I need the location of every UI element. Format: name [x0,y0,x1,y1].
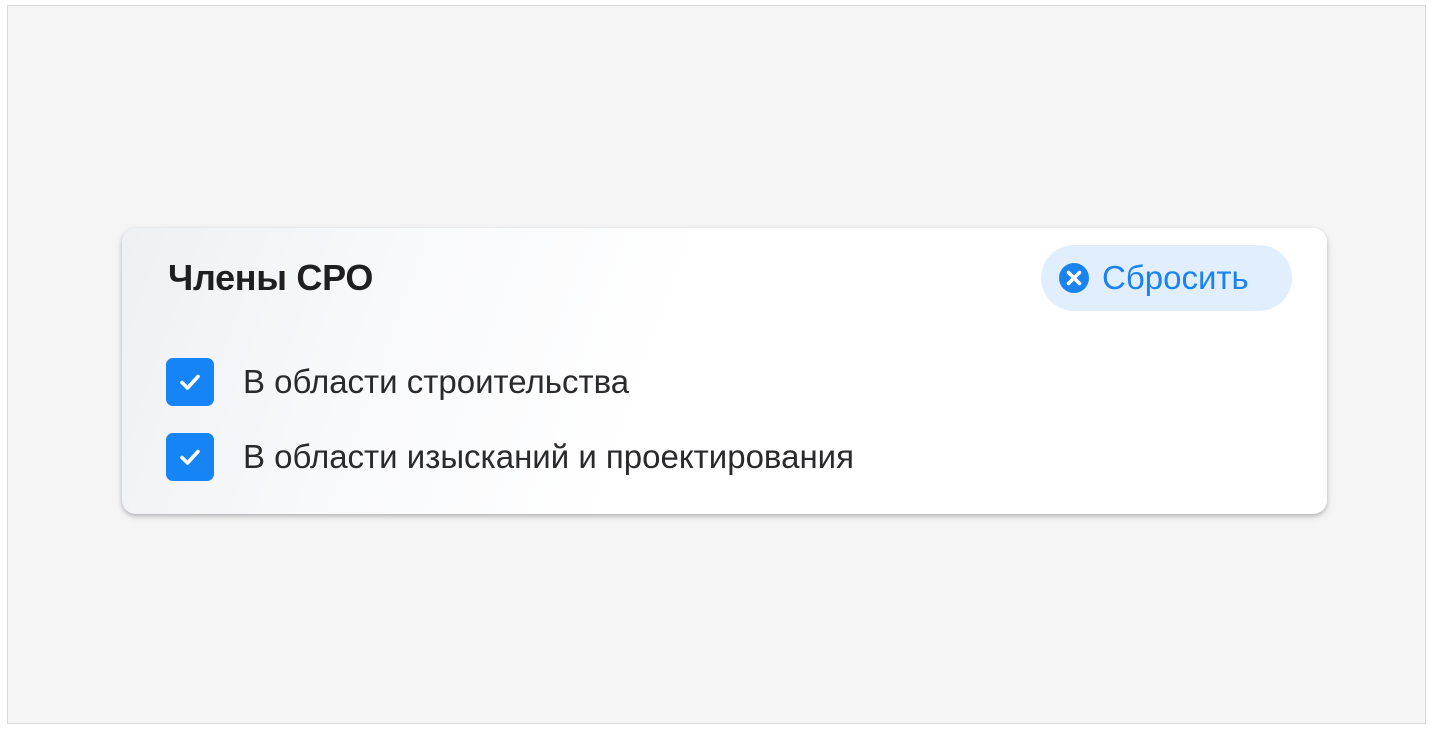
option-survey-design[interactable]: В области изысканий и проектирования [166,433,854,481]
close-circle-icon [1058,262,1090,294]
checkbox-construction[interactable] [166,358,214,406]
checkmark-icon [180,449,200,465]
reset-button-label: Сбросить [1102,259,1249,296]
checkbox-survey-design[interactable] [166,433,214,481]
reset-button[interactable]: Сбросить [1041,245,1292,311]
checkmark-icon [180,374,200,390]
filter-title: Члены СРО [168,257,374,298]
option-label-survey-design: В области изысканий и проектирования [243,438,854,475]
option-label-construction: В области строительства [243,363,630,400]
filter-card: Члены СРО Сбросить В области строительст… [122,228,1327,514]
page-background: Члены СРО Сбросить В области строительст… [7,5,1426,724]
option-construction[interactable]: В области строительства [166,358,629,406]
